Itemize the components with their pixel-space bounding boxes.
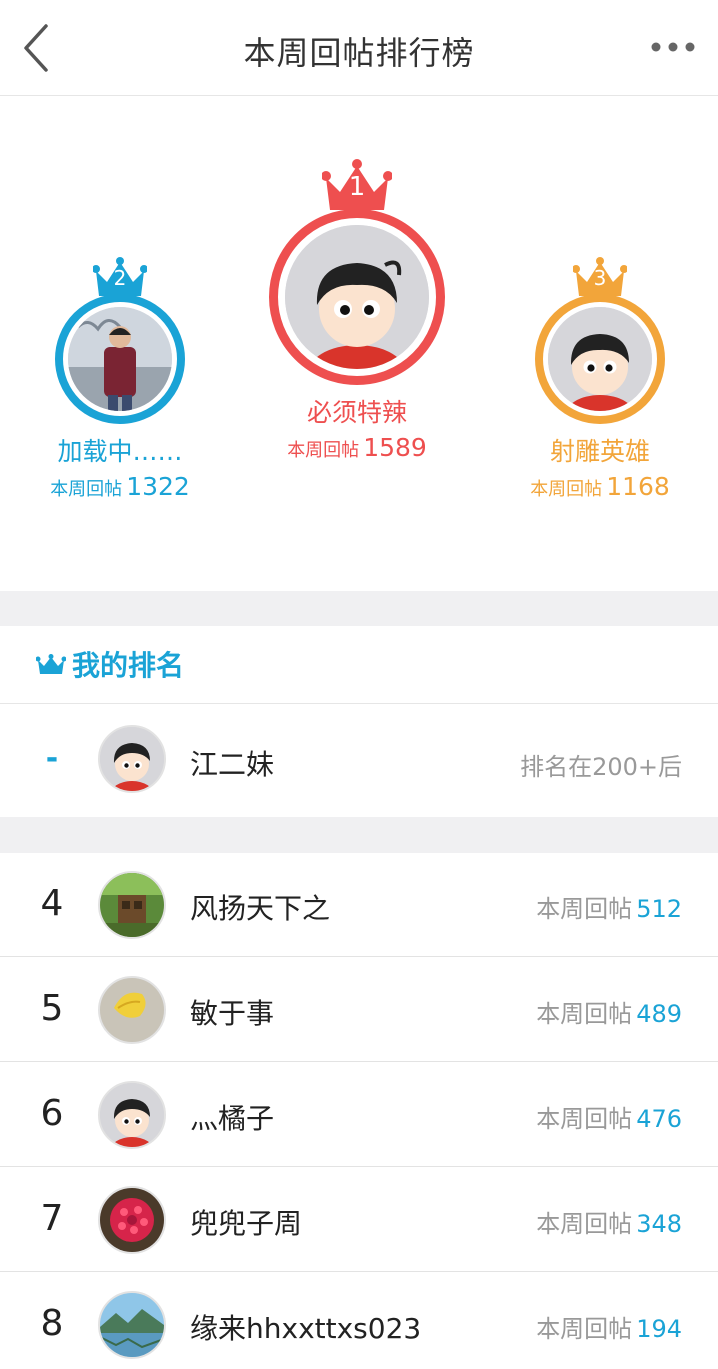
rank-number: 8 [40, 1303, 64, 1344]
section-divider [0, 817, 718, 853]
rank-number: 6 [40, 1093, 64, 1134]
top-three-podium: 1 必须特辣 本周回帖 1589 2 加载中…… 本周回帖 1322 3 射雕英… [0, 97, 718, 591]
my-rank-row[interactable]: - 江二妹 排名在200+后 [0, 705, 718, 817]
list-item[interactable]: 6 灬橘子 本周回帖 476 [0, 1063, 718, 1167]
list-item[interactable]: 7 兜兜子周 本周回帖 348 [0, 1168, 718, 1272]
podium-rank-2[interactable]: 2 加载中…… 本周回帖 1322 [30, 252, 210, 501]
avatar [98, 1291, 166, 1359]
crown-icon: 1 [321, 158, 393, 216]
podium-count: 本周回帖 1589 [287, 433, 427, 462]
my-rank-title: 我的排名 [72, 649, 185, 682]
podium-name: 射雕英雄 [549, 437, 650, 466]
avatar [98, 871, 166, 939]
reply-count: 本周回帖 194 [536, 1315, 682, 1343]
podium-name: 加载中…… [57, 437, 183, 466]
user-name: 灬橘子 [190, 1102, 275, 1135]
podium-count: 本周回帖 1168 [530, 472, 670, 501]
avatar [98, 725, 166, 793]
avatar-frame: 2 [55, 257, 185, 424]
reply-count: 本周回帖 489 [536, 1000, 682, 1028]
top-bar: 本周回帖排行榜 [0, 0, 718, 96]
more-dots-icon [651, 42, 695, 52]
user-name: 缘来hhxxttxs023 [190, 1312, 422, 1345]
user-name: 江二妹 [190, 748, 275, 781]
user-name: 风扬天下之 [190, 892, 331, 925]
rank-number: - [45, 741, 59, 776]
rank-number: 7 [40, 1198, 64, 1239]
podium-rank-1[interactable]: 1 必须特辣 本周回帖 1589 [262, 159, 452, 462]
list-item[interactable]: 5 敏于事 本周回帖 489 [0, 958, 718, 1062]
list-item[interactable]: 8 缘来hhxxttxs023 本周回帖 194 [0, 1273, 718, 1369]
avatar [98, 1081, 166, 1149]
reply-count: 本周回帖 512 [536, 895, 682, 923]
my-rank-header: 我的排名 [0, 626, 718, 704]
ranking-page: 本周回帖排行榜 1 必须特辣 本周回帖 1589 2 加载中…… 本周回帖 13… [0, 0, 718, 1369]
rank-status: 排名在200+后 [520, 753, 682, 781]
avatar [98, 976, 166, 1044]
reply-count: 本周回帖 348 [536, 1210, 682, 1238]
avatar [548, 307, 652, 411]
user-name: 兜兜子周 [190, 1207, 303, 1240]
avatar [285, 225, 429, 369]
reply-count: 本周回帖 476 [536, 1105, 682, 1133]
rank-number: 4 [40, 883, 64, 924]
avatar-frame: 1 [269, 159, 445, 385]
avatar [68, 307, 172, 411]
avatar-frame: 3 [535, 257, 665, 424]
list-item[interactable]: 4 风扬天下之 本周回帖 512 [0, 853, 718, 957]
avatar [98, 1186, 166, 1254]
podium-rank-3[interactable]: 3 射雕英雄 本周回帖 1168 [510, 252, 690, 501]
page-title: 本周回帖排行榜 [243, 34, 475, 72]
rank-number: 5 [40, 988, 64, 1029]
podium-name: 必须特辣 [306, 398, 407, 427]
more-button[interactable] [648, 30, 698, 64]
crown-icon [36, 654, 66, 674]
section-divider [0, 591, 718, 626]
crown-icon: 2 [92, 256, 148, 300]
user-name: 敏于事 [190, 997, 275, 1030]
crown-icon: 3 [572, 256, 628, 300]
podium-count: 本周回帖 1322 [50, 472, 190, 501]
